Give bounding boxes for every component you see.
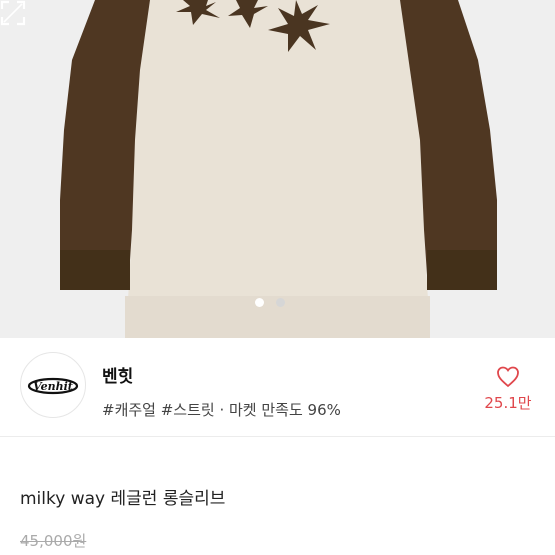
carousel-dot[interactable] [276, 298, 285, 307]
expand-icon[interactable] [0, 0, 26, 26]
sweatshirt-image [0, 0, 555, 338]
svg-text:Venhit: Venhit [33, 380, 73, 393]
shop-tags: #캐주얼 #스트릿 · 마켓 만족도 96% [102, 401, 341, 419]
shop-name[interactable]: 벤힛 [102, 362, 133, 387]
like-button[interactable]: 25.1만 [480, 366, 536, 413]
product-price: 45,000원 [20, 532, 87, 550]
like-count: 25.1만 [484, 394, 532, 412]
product-image[interactable] [0, 0, 555, 338]
shop-logo[interactable]: Venhit [20, 352, 86, 418]
carousel-dot-active[interactable] [255, 298, 264, 307]
venhit-logo-icon: Venhit [27, 377, 79, 395]
carousel-indicator [255, 298, 285, 307]
heart-icon [497, 366, 519, 388]
product-title: milky way 레글런 롱슬리브 [20, 489, 226, 509]
